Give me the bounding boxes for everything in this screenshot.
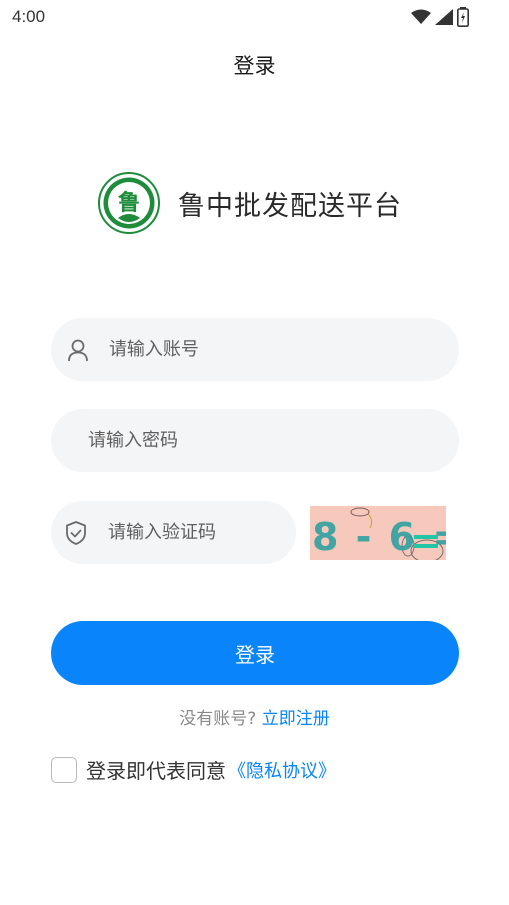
brand-logo-char: 鲁 bbox=[117, 190, 140, 216]
agreement-checkbox[interactable] bbox=[51, 756, 77, 783]
password-field[interactable] bbox=[51, 409, 459, 472]
register-prompt: 没有账号? bbox=[179, 709, 257, 729]
privacy-policy-link[interactable]: 《隐私协议》 bbox=[228, 757, 336, 783]
battery-icon bbox=[457, 7, 469, 27]
status-icons bbox=[411, 7, 469, 27]
user-icon bbox=[66, 336, 91, 364]
brand-logo: 鲁 bbox=[98, 172, 160, 234]
password-input[interactable] bbox=[88, 409, 459, 472]
status-bar: 4:00 bbox=[0, 0, 509, 34]
status-time: 4:00 bbox=[12, 7, 46, 26]
account-field[interactable] bbox=[51, 318, 459, 381]
agreement-row: 登录即代表同意 《隐私协议》 bbox=[51, 755, 336, 784]
signal-icon bbox=[435, 9, 453, 25]
shield-check-icon bbox=[64, 519, 88, 547]
brand-name: 鲁中批发配送平台 bbox=[178, 190, 402, 222]
wifi-icon bbox=[411, 9, 431, 24]
agreement-text: 登录即代表同意 bbox=[86, 759, 226, 783]
brand-header: 鲁 鲁中批发配送平台 bbox=[98, 172, 402, 234]
page-title: 登录 bbox=[233, 54, 276, 78]
register-link[interactable]: 立即注册 bbox=[262, 709, 330, 729]
register-row: 没有账号? 立即注册 bbox=[0, 704, 509, 729]
captcha-field[interactable] bbox=[51, 501, 296, 564]
captcha-image[interactable]: 8 - 6 = bbox=[310, 506, 446, 560]
captcha-input[interactable] bbox=[108, 501, 296, 564]
login-button[interactable]: 登录 bbox=[51, 621, 459, 685]
account-input[interactable] bbox=[108, 318, 459, 381]
